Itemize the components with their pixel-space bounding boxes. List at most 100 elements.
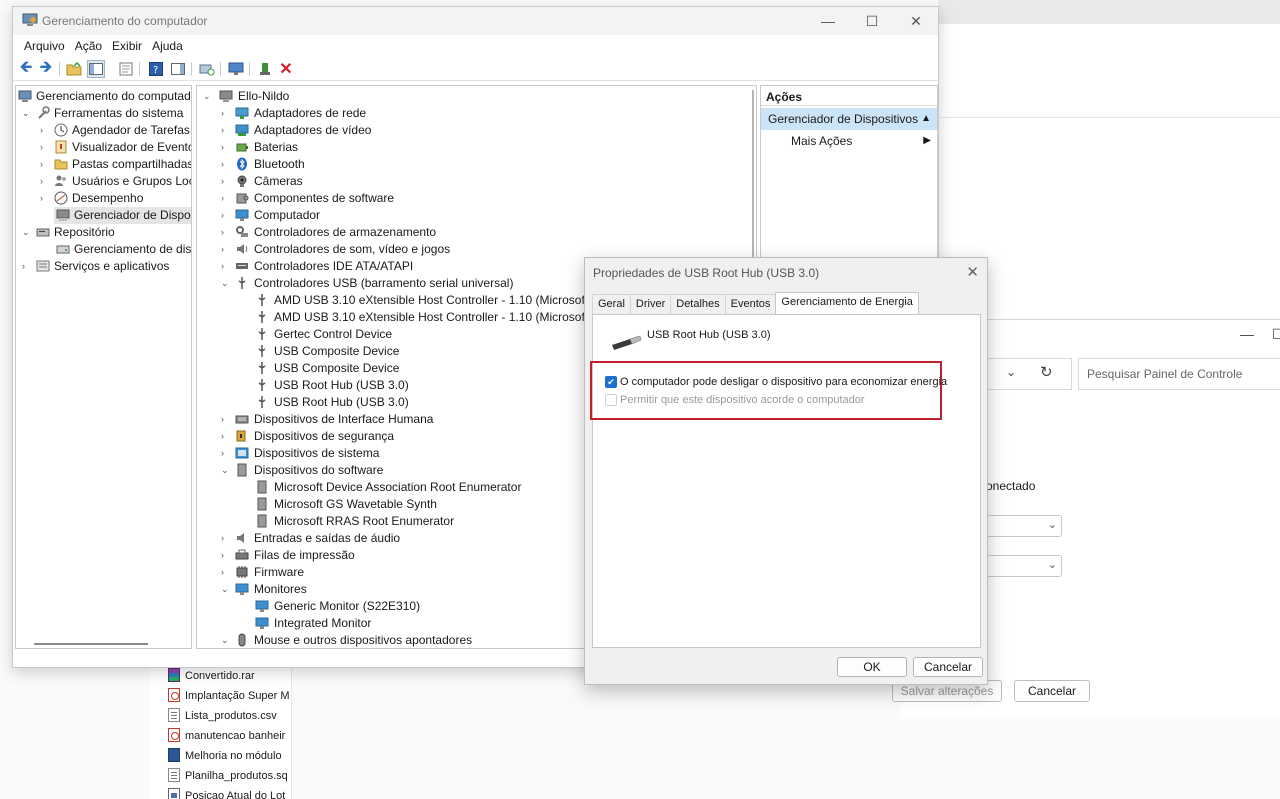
tree-monitors[interactable]: ⌄ Monitores: [221, 581, 307, 598]
menu-exibir[interactable]: Exibir: [107, 35, 147, 57]
tree-display-adapters[interactable]: › Adaptadores de vídeo: [221, 122, 371, 139]
chevron-right-icon[interactable]: ›: [40, 139, 43, 156]
chevron-right-icon[interactable]: ›: [221, 411, 224, 428]
tree-usb-device[interactable]: USB Composite Device: [255, 360, 399, 377]
nav-disk-management[interactable]: Gerenciamento de disco: [54, 241, 191, 258]
chevron-down-icon[interactable]: ⌄: [221, 462, 229, 479]
chevron-right-icon[interactable]: ›: [221, 258, 224, 275]
menu-arquivo[interactable]: Arquivo: [19, 35, 70, 57]
chevron-right-icon[interactable]: ›: [221, 190, 224, 207]
close-icon[interactable]: ✕: [894, 7, 938, 35]
checkbox-box[interactable]: [605, 394, 617, 406]
chevron-right-icon[interactable]: ›: [221, 564, 224, 581]
chevron-right-icon[interactable]: ›: [221, 241, 224, 258]
minimize-icon[interactable]: —: [806, 7, 850, 35]
monitor-icon[interactable]: [227, 60, 245, 78]
title-bar[interactable]: Gerenciamento do computador — ☐ ✕: [13, 7, 938, 35]
tab-driver[interactable]: Driver: [629, 294, 672, 314]
chevron-down-icon[interactable]: ⌄: [221, 632, 229, 648]
chevron-right-icon[interactable]: ›: [40, 156, 43, 173]
menu-acao[interactable]: Ação: [70, 35, 107, 57]
actions-device-manager[interactable]: Gerenciador de Dispositivos ▲: [761, 108, 937, 130]
tree-batteries[interactable]: › Baterias: [221, 139, 298, 156]
chevron-down-icon[interactable]: ⌄: [203, 88, 211, 105]
show-hide-tree-icon[interactable]: [87, 60, 105, 78]
chevron-right-icon[interactable]: ›: [22, 258, 25, 275]
chevron-right-icon[interactable]: ›: [40, 173, 43, 190]
nav-services-apps[interactable]: › Serviços e aplicativos: [22, 258, 169, 275]
tree-usb-device[interactable]: AMD USB 3.10 eXtensible Host Controller …: [255, 309, 592, 326]
chevron-right-icon[interactable]: ›: [221, 105, 224, 122]
chevron-right-icon[interactable]: ›: [221, 547, 224, 564]
tree-audio-io[interactable]: › Entradas e saídas de áudio: [221, 530, 400, 547]
back-icon[interactable]: 🡸: [17, 59, 35, 78]
chevron-down-icon[interactable]: ⌄: [22, 224, 30, 241]
tree-cameras[interactable]: › Câmeras: [221, 173, 303, 190]
dropdown-1[interactable]: ⌄: [986, 515, 1062, 537]
cancel-button[interactable]: Cancelar: [913, 657, 983, 677]
horizontal-scrollbar[interactable]: [34, 643, 148, 645]
nav-performance[interactable]: › Desempenho: [40, 190, 143, 207]
maximize-icon[interactable]: ☐: [1272, 326, 1280, 343]
tree-sound-controllers[interactable]: › Controladores de som, vídeo e jogos: [221, 241, 450, 258]
tree-usb-device[interactable]: USB Root Hub (USB 3.0): [255, 394, 409, 411]
tree-firmware[interactable]: › Firmware: [221, 564, 304, 581]
chevron-down-icon[interactable]: ⌄: [221, 275, 229, 292]
list-item[interactable]: manutencao banheir: [168, 727, 292, 747]
chevron-right-icon[interactable]: ›: [221, 445, 224, 462]
tab-detalhes[interactable]: Detalhes: [670, 294, 726, 314]
list-item[interactable]: Lista_produtos.csv: [168, 707, 292, 727]
tree-mouse-devices[interactable]: ⌄ Mouse e outros dispositivos apontadores: [221, 632, 472, 648]
chevron-right-icon[interactable]: ›: [221, 122, 224, 139]
tree-print-queues[interactable]: › Filas de impressão: [221, 547, 355, 564]
list-item[interactable]: Planilha_produtos.sq: [168, 767, 292, 787]
scan-hardware-icon[interactable]: [198, 60, 216, 78]
tree-monitor-device[interactable]: Integrated Monitor: [255, 615, 371, 632]
tree-usb-device[interactable]: AMD USB 3.10 eXtensible Host Controller …: [255, 292, 592, 309]
ok-button[interactable]: OK: [837, 657, 907, 677]
check-icon[interactable]: ✔: [605, 376, 617, 388]
chevron-right-icon[interactable]: ›: [40, 122, 43, 139]
tab-eventos[interactable]: Eventos: [724, 294, 777, 314]
address-bar[interactable]: ⌄ ↻: [986, 358, 1072, 390]
nav-event-viewer[interactable]: › Visualizador de Eventos: [40, 139, 191, 156]
list-item[interactable]: Melhoria no módulo: [168, 747, 292, 767]
tree-software-device[interactable]: Microsoft Device Association Root Enumer…: [255, 479, 521, 496]
chevron-right-icon[interactable]: ›: [221, 428, 224, 445]
uninstall-device-icon[interactable]: ✕: [277, 60, 295, 78]
dropdown-2[interactable]: ⌄: [986, 555, 1062, 577]
maximize-icon[interactable]: ☐: [850, 7, 894, 35]
tree-software-components[interactable]: › Componentes de software: [221, 190, 394, 207]
list-item[interactable]: Implantação Super M: [168, 687, 292, 707]
nav-shared-folders[interactable]: › Pastas compartilhadas: [40, 156, 191, 173]
chevron-right-icon[interactable]: ›: [221, 156, 224, 173]
tree-software-device[interactable]: Microsoft GS Wavetable Synth: [255, 496, 437, 513]
chevron-right-icon[interactable]: ›: [221, 207, 224, 224]
allow-power-off-checkbox[interactable]: ✔ O computador pode desligar o dispositi…: [605, 374, 947, 390]
action-pane-icon[interactable]: [169, 60, 187, 78]
tree-storage-controllers[interactable]: › Controladores de armazenamento: [221, 224, 436, 241]
nav-task-scheduler[interactable]: › Agendador de Tarefas: [40, 122, 190, 139]
collapse-up-icon[interactable]: ▲: [921, 113, 931, 124]
chevron-right-icon[interactable]: ›: [221, 139, 224, 156]
more-actions-item[interactable]: Mais Ações ▶: [761, 130, 937, 152]
chevron-right-icon[interactable]: ›: [221, 224, 224, 241]
nav-system-tools[interactable]: ⌄ Ferramentas do sistema: [22, 105, 183, 122]
tree-software-devices[interactable]: ⌄ Dispositivos do software: [221, 462, 383, 479]
refresh-icon[interactable]: ↻: [1040, 363, 1053, 381]
nav-storage[interactable]: ⌄ Repositório: [22, 224, 115, 241]
nav-root[interactable]: Gerenciamento do computador (Local): [18, 88, 191, 105]
tree-usb-device[interactable]: USB Composite Device: [255, 343, 399, 360]
forward-icon[interactable]: 🡺: [37, 59, 55, 78]
list-item[interactable]: Posicao Atual do Lot: [168, 787, 292, 799]
tree-usb-controllers[interactable]: ⌄ Controladores USB (barramento serial un…: [221, 275, 513, 292]
menu-ajuda[interactable]: Ajuda: [147, 35, 188, 57]
tree-software-device[interactable]: Microsoft RRAS Root Enumerator: [255, 513, 454, 530]
tree-system-devices[interactable]: › Dispositivos de sistema: [221, 445, 379, 462]
chevron-down-icon[interactable]: ⌄: [22, 105, 30, 122]
chevron-right-icon[interactable]: ›: [221, 173, 224, 190]
help-icon[interactable]: ?: [147, 60, 165, 78]
nav-device-manager[interactable]: Gerenciador de Dispositivos: [54, 207, 191, 224]
cancel-button[interactable]: Cancelar: [1014, 680, 1090, 702]
tree-security-devices[interactable]: › Dispositivos de segurança: [221, 428, 394, 445]
